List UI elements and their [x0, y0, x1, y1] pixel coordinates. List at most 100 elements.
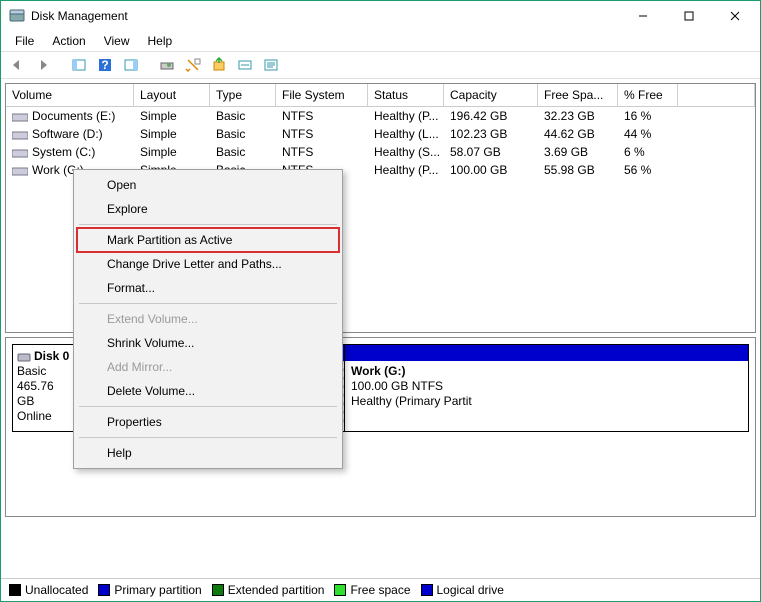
column-file-system[interactable]: File System: [276, 84, 368, 106]
ctx-separator: [79, 224, 337, 225]
show-hide-console-tree-button[interactable]: [67, 54, 91, 76]
column-filler: [678, 84, 755, 106]
column-type[interactable]: Type: [210, 84, 276, 106]
volume-pct: 44 %: [618, 126, 678, 142]
legend-free: Free space: [334, 583, 410, 597]
ctx-open[interactable]: Open: [77, 173, 339, 197]
volume-capacity: 100.00 GB: [444, 162, 538, 178]
column-status[interactable]: Status: [368, 84, 444, 106]
rescan-button[interactable]: [181, 54, 205, 76]
settings-button[interactable]: [259, 54, 283, 76]
context-menu: Open Explore Mark Partition as Active Ch…: [73, 169, 343, 469]
menu-action[interactable]: Action: [44, 32, 93, 50]
back-button[interactable]: [5, 54, 29, 76]
volume-layout: Simple: [134, 144, 210, 160]
help-button[interactable]: ?: [93, 54, 117, 76]
ctx-properties[interactable]: Properties: [77, 410, 339, 434]
partition-size: 100.00 GB NTFS: [351, 379, 742, 394]
minimize-button[interactable]: [620, 1, 666, 31]
disk-icon: [17, 350, 31, 364]
volume-layout: Simple: [134, 108, 210, 124]
disk-label: Disk 0: [34, 349, 69, 364]
volume-name: Documents (E:): [32, 109, 115, 123]
ctx-help[interactable]: Help: [77, 441, 339, 465]
ctx-delete-volume[interactable]: Delete Volume...: [77, 379, 339, 403]
column-capacity[interactable]: Capacity: [444, 84, 538, 106]
partition-header: [345, 345, 748, 361]
maximize-button[interactable]: [666, 1, 712, 31]
column-free-space[interactable]: Free Spa...: [538, 84, 618, 106]
close-button[interactable]: [712, 1, 758, 31]
svg-text:?: ?: [101, 58, 108, 72]
disk-management-window: Disk Management File Action View Help ? …: [0, 0, 761, 602]
titlebar: Disk Management: [1, 1, 760, 31]
volume-row[interactable]: Software (D:) Simple Basic NTFS Healthy …: [6, 125, 755, 143]
detach-vhd-button[interactable]: [233, 54, 257, 76]
column-pct-free[interactable]: % Free: [618, 84, 678, 106]
legend-primary: Primary partition: [98, 583, 201, 597]
disk-size: 465.76 GB: [17, 379, 70, 409]
disk-info[interactable]: Disk 0 Basic 465.76 GB Online: [13, 345, 75, 431]
ctx-separator: [79, 437, 337, 438]
ctx-shrink-volume[interactable]: Shrink Volume...: [77, 331, 339, 355]
volume-free: 32.23 GB: [538, 108, 618, 124]
volume-status: Healthy (P...: [368, 108, 444, 124]
partition-name: Work (G:): [351, 364, 742, 379]
ctx-extend-volume: Extend Volume...: [77, 307, 339, 331]
toolbar-separator: [57, 54, 65, 76]
volume-list-header: Volume Layout Type File System Status Ca…: [6, 84, 755, 107]
volume-fs: NTFS: [276, 108, 368, 124]
volume-status: Healthy (P...: [368, 162, 444, 178]
menubar: File Action View Help: [1, 31, 760, 51]
volume-capacity: 58.07 GB: [444, 144, 538, 160]
volume-name: System (C:): [32, 145, 95, 159]
volume-capacity: 102.23 GB: [444, 126, 538, 142]
ctx-separator: [79, 406, 337, 407]
volume-name: Software (D:): [32, 127, 103, 141]
ctx-format[interactable]: Format...: [77, 276, 339, 300]
volume-pct: 16 %: [618, 108, 678, 124]
drive-icon: [12, 129, 28, 141]
volume-status: Healthy (L...: [368, 126, 444, 142]
partition-health: Healthy (Primary Partit: [351, 394, 742, 409]
attach-vhd-button[interactable]: [207, 54, 231, 76]
drive-icon: [12, 111, 28, 123]
volume-free: 55.98 GB: [538, 162, 618, 178]
column-layout[interactable]: Layout: [134, 84, 210, 106]
action-pane-button[interactable]: [119, 54, 143, 76]
window-controls: [620, 1, 758, 31]
column-volume[interactable]: Volume: [6, 84, 134, 106]
partition-work-g[interactable]: Work (G:) 100.00 GB NTFS Healthy (Primar…: [345, 345, 748, 431]
toolbar: ?: [1, 51, 760, 79]
legend-unallocated: Unallocated: [9, 583, 88, 597]
window-title: Disk Management: [31, 9, 620, 23]
refresh-button[interactable]: [155, 54, 179, 76]
menu-view[interactable]: View: [96, 32, 138, 50]
volume-status: Healthy (S...: [368, 144, 444, 160]
volume-row[interactable]: Documents (E:) Simple Basic NTFS Healthy…: [6, 107, 755, 125]
disk-status: Online: [17, 409, 70, 424]
menu-file[interactable]: File: [7, 32, 42, 50]
volume-pct: 6 %: [618, 144, 678, 160]
volume-free: 44.62 GB: [538, 126, 618, 142]
volume-fs: NTFS: [276, 144, 368, 160]
legend-extended: Extended partition: [212, 583, 325, 597]
ctx-mark-partition-active[interactable]: Mark Partition as Active: [77, 228, 339, 252]
drive-icon: [12, 147, 28, 159]
legend-logical: Logical drive: [421, 583, 504, 597]
volume-layout: Simple: [134, 126, 210, 142]
forward-button[interactable]: [31, 54, 55, 76]
ctx-separator: [79, 303, 337, 304]
menu-help[interactable]: Help: [140, 32, 181, 50]
volume-type: Basic: [210, 126, 276, 142]
volume-free: 3.69 GB: [538, 144, 618, 160]
volume-type: Basic: [210, 144, 276, 160]
volume-capacity: 196.42 GB: [444, 108, 538, 124]
app-icon: [9, 8, 25, 24]
ctx-add-mirror: Add Mirror...: [77, 355, 339, 379]
volume-row[interactable]: System (C:) Simple Basic NTFS Healthy (S…: [6, 143, 755, 161]
ctx-change-drive-letter[interactable]: Change Drive Letter and Paths...: [77, 252, 339, 276]
volume-type: Basic: [210, 108, 276, 124]
ctx-explore[interactable]: Explore: [77, 197, 339, 221]
toolbar-separator: [145, 54, 153, 76]
